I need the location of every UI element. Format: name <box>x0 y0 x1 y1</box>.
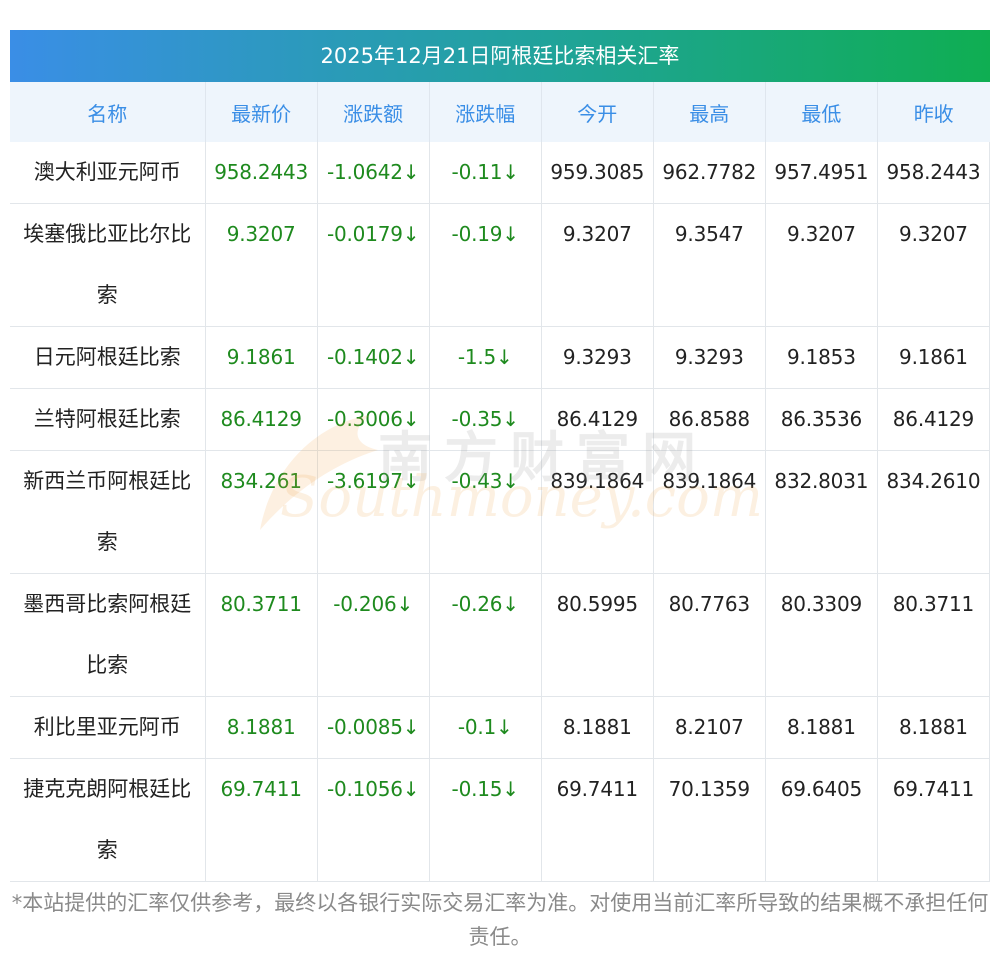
high-price: 9.3293 <box>653 326 766 389</box>
high-price: 839.1864 <box>653 450 766 574</box>
high-price: 86.8588 <box>653 388 766 451</box>
change-percent: -0.15↓ <box>429 758 542 882</box>
prev-close: 80.3711 <box>877 573 991 697</box>
open-price: 959.3085 <box>541 142 654 204</box>
change-amount: -1.0642↓ <box>317 142 430 204</box>
change-percent: -0.43↓ <box>429 450 542 574</box>
table-title: 2025年12月21日阿根廷比索相关汇率 <box>10 30 990 82</box>
currency-name: 埃塞俄比亚比尔比索 <box>10 203 206 327</box>
low-price: 9.1853 <box>765 326 878 389</box>
latest-price: 69.7411 <box>205 758 318 882</box>
open-price: 9.3293 <box>541 326 654 389</box>
change-percent: -0.26↓ <box>429 573 542 697</box>
latest-price: 80.3711 <box>205 573 318 697</box>
table-row: 兰特阿根廷比索 86.4129 -0.3006↓ -0.35↓ 86.4129 … <box>10 388 991 451</box>
prev-close: 69.7411 <box>877 758 991 882</box>
change-amount: -0.3006↓ <box>317 388 430 451</box>
change-percent: -0.11↓ <box>429 142 542 204</box>
change-amount: -0.206↓ <box>317 573 430 697</box>
prev-close: 9.1861 <box>877 326 991 389</box>
change-percent: -1.5↓ <box>429 326 542 389</box>
column-header-prev-close: 昨收 <box>877 82 990 142</box>
low-price: 86.3536 <box>765 388 878 451</box>
prev-close: 958.2443 <box>877 142 991 204</box>
exchange-rate-table: 名称 最新价 涨跌额 涨跌幅 今开 最高 最低 昨收 澳大利亚元阿币 958.2… <box>10 82 991 882</box>
open-price: 80.5995 <box>541 573 654 697</box>
low-price: 80.3309 <box>765 573 878 697</box>
column-header-change: 涨跌额 <box>317 82 430 142</box>
low-price: 69.6405 <box>765 758 878 882</box>
open-price: 839.1864 <box>541 450 654 574</box>
table-row: 新西兰币阿根廷比索 834.261 -3.6197↓ -0.43↓ 839.18… <box>10 450 991 574</box>
table-row: 埃塞俄比亚比尔比索 9.3207 -0.0179↓ -0.19↓ 9.3207 … <box>10 203 991 327</box>
low-price: 957.4951 <box>765 142 878 204</box>
column-header-low: 最低 <box>765 82 878 142</box>
table-row: 捷克克朗阿根廷比索 69.7411 -0.1056↓ -0.15↓ 69.741… <box>10 758 991 882</box>
latest-price: 86.4129 <box>205 388 318 451</box>
latest-price: 9.1861 <box>205 326 318 389</box>
table-row: 日元阿根廷比索 9.1861 -0.1402↓ -1.5↓ 9.3293 9.3… <box>10 326 991 389</box>
open-price: 69.7411 <box>541 758 654 882</box>
table-row: 利比里亚元阿币 8.1881 -0.0085↓ -0.1↓ 8.1881 8.2… <box>10 696 991 759</box>
latest-price: 9.3207 <box>205 203 318 327</box>
change-amount: -0.1056↓ <box>317 758 430 882</box>
change-percent: -0.19↓ <box>429 203 542 327</box>
change-percent: -0.1↓ <box>429 696 542 759</box>
low-price: 832.8031 <box>765 450 878 574</box>
prev-close: 834.2610 <box>877 450 991 574</box>
open-price: 9.3207 <box>541 203 654 327</box>
high-price: 70.1359 <box>653 758 766 882</box>
change-amount: -0.1402↓ <box>317 326 430 389</box>
high-price: 9.3547 <box>653 203 766 327</box>
currency-name: 兰特阿根廷比索 <box>10 388 206 451</box>
open-price: 86.4129 <box>541 388 654 451</box>
column-header-latest: 最新价 <box>205 82 318 142</box>
currency-name: 利比里亚元阿币 <box>10 696 206 759</box>
column-header-high: 最高 <box>653 82 766 142</box>
change-amount: -3.6197↓ <box>317 450 430 574</box>
change-amount: -0.0085↓ <box>317 696 430 759</box>
currency-name: 澳大利亚元阿币 <box>10 142 206 204</box>
prev-close: 9.3207 <box>877 203 991 327</box>
latest-price: 834.261 <box>205 450 318 574</box>
prev-close: 86.4129 <box>877 388 991 451</box>
column-header-change-pct: 涨跌幅 <box>429 82 542 142</box>
latest-price: 958.2443 <box>205 142 318 204</box>
change-percent: -0.35↓ <box>429 388 542 451</box>
low-price: 8.1881 <box>765 696 878 759</box>
latest-price: 8.1881 <box>205 696 318 759</box>
table-row: 澳大利亚元阿币 958.2443 -1.0642↓ -0.11↓ 959.308… <box>10 142 991 204</box>
change-amount: -0.0179↓ <box>317 203 430 327</box>
high-price: 80.7763 <box>653 573 766 697</box>
prev-close: 8.1881 <box>877 696 991 759</box>
table-row: 墨西哥比索阿根廷比索 80.3711 -0.206↓ -0.26↓ 80.599… <box>10 573 991 697</box>
currency-name: 捷克克朗阿根廷比索 <box>10 758 206 882</box>
currency-name: 日元阿根廷比索 <box>10 326 206 389</box>
low-price: 9.3207 <box>765 203 878 327</box>
column-header-name: 名称 <box>10 82 206 142</box>
high-price: 962.7782 <box>653 142 766 204</box>
disclaimer-footnote: *本站提供的汇率仅供参考，最终以各银行实际交易汇率为准。对使用当前汇率所导致的结… <box>11 891 989 949</box>
column-header-open: 今开 <box>541 82 654 142</box>
currency-name: 新西兰币阿根廷比索 <box>10 450 206 574</box>
open-price: 8.1881 <box>541 696 654 759</box>
currency-name: 墨西哥比索阿根廷比索 <box>10 573 206 697</box>
high-price: 8.2107 <box>653 696 766 759</box>
table-header-row: 名称 最新价 涨跌额 涨跌幅 今开 最高 最低 昨收 <box>10 82 990 142</box>
